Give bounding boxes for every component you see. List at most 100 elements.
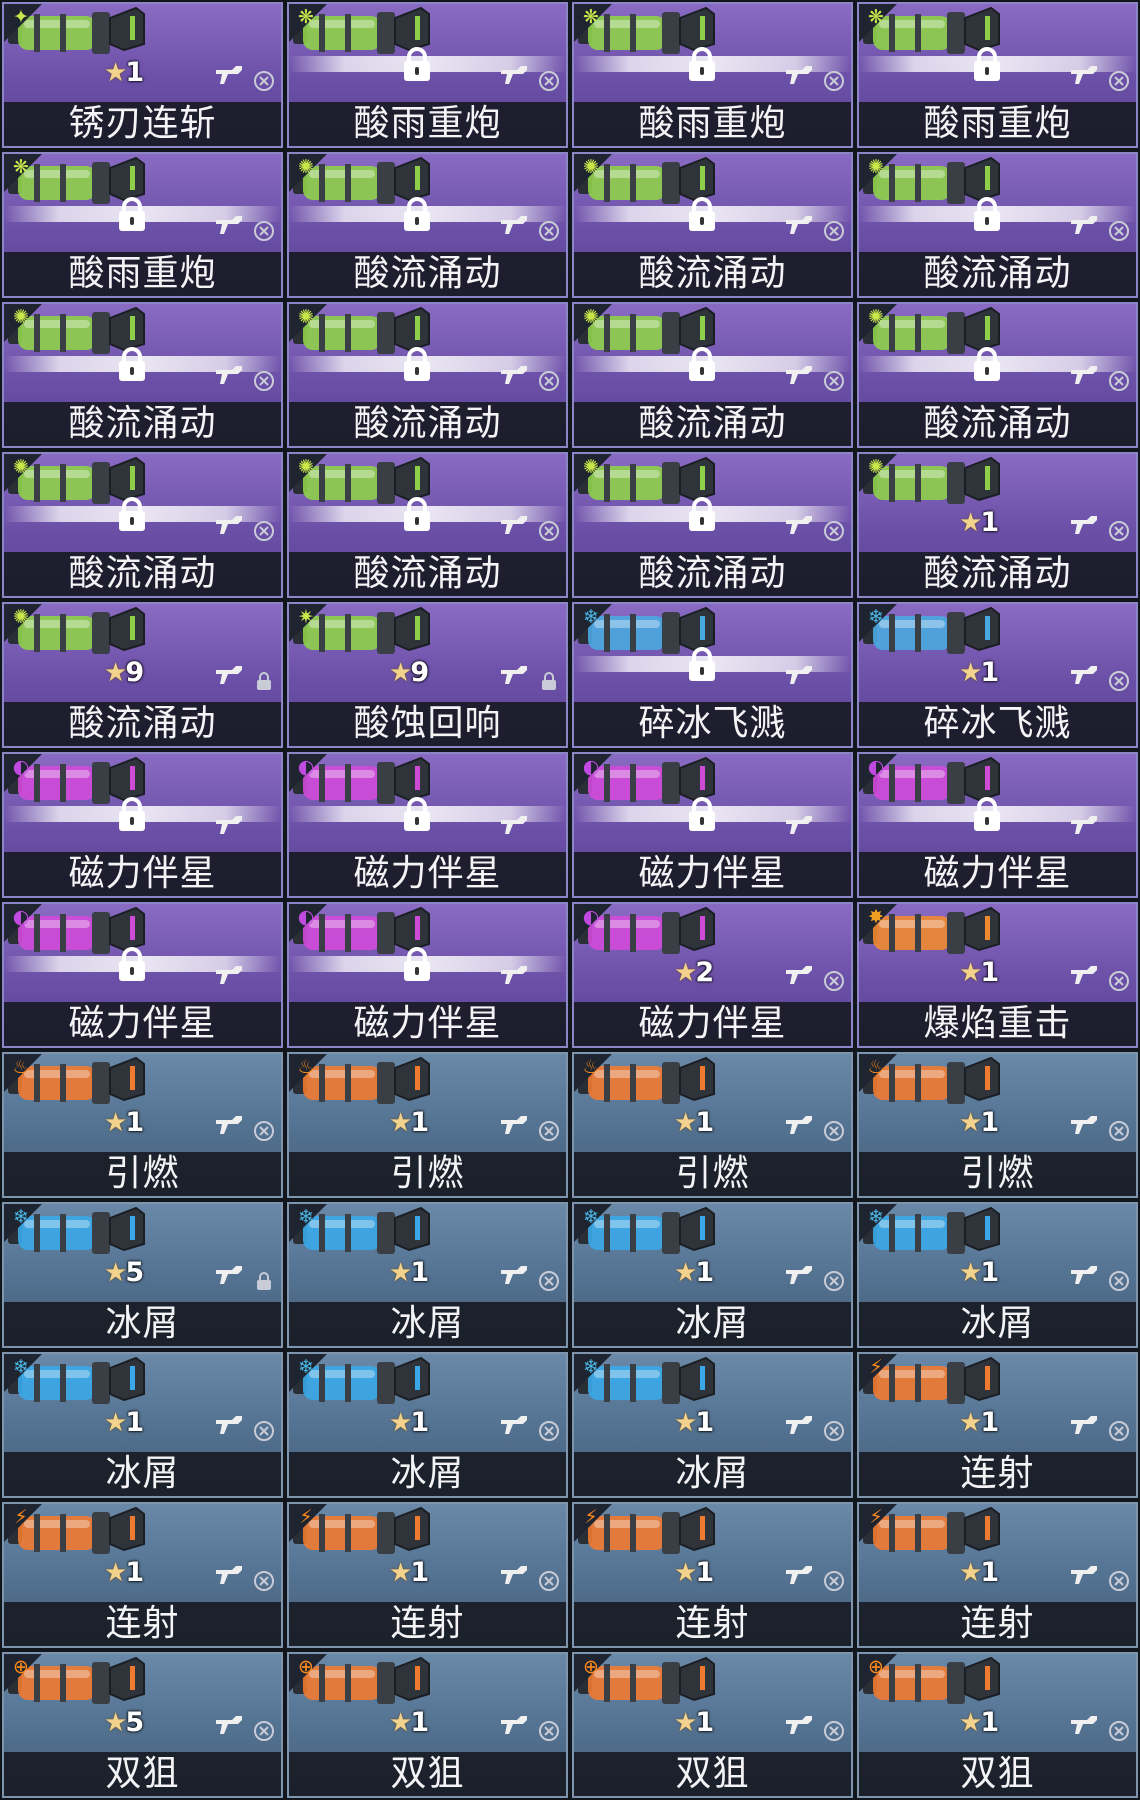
module-card[interactable]: ❄ ★ 1 冰屑 [287,1202,568,1348]
module-name: 酸流涌动 [289,402,566,446]
module-card[interactable]: ◐ 磁力伴星 [572,752,853,898]
star-icon: ★ [389,1558,413,1588]
dismiss-icon [1109,521,1129,541]
module-card[interactable]: ◐ 磁力伴星 [2,902,283,1048]
dismiss-icon [824,1121,844,1141]
module-card[interactable]: ✺ 酸流涌动 [857,302,1138,448]
module-card[interactable]: ✺ 酸流涌动 [287,152,568,298]
crosshair-icon: ⊕ [13,1656,29,1678]
acid-drip-icon: ✺ [13,306,29,328]
module-card[interactable]: ◐ 磁力伴星 [2,752,283,898]
module-name: 酸流涌动 [859,252,1136,296]
star-level-number: 1 [980,1557,1000,1588]
star-icon: ★ [104,1708,128,1738]
acid-drip-icon: ✺ [298,156,314,178]
module-card[interactable]: ❄ 碎冰飞溅 [572,602,853,748]
module-card[interactable]: ✦ ★ 1 锈刃连斩 [2,2,283,148]
rifle-icon [216,366,242,384]
star-level: ★ 2 [674,957,715,988]
lock-badge-icon [257,672,271,690]
module-card[interactable]: ❋ 酸雨重炮 [287,2,568,148]
module-card[interactable]: ❄ ★ 5 冰屑 [2,1202,283,1348]
star-level-number: 2 [695,957,715,988]
module-card[interactable]: ◐ 磁力伴星 [287,752,568,898]
star-icon: ★ [674,1108,698,1138]
module-name: 连射 [859,1602,1136,1646]
module-card[interactable]: ◐ ★ 2 磁力伴星 [572,902,853,1048]
module-card[interactable]: ✺ 酸流涌动 [857,152,1138,298]
star-level: ★ 1 [674,1259,714,1288]
magnet-orbit-icon: ◐ [297,756,315,778]
module-card[interactable]: ⚡ ★ 1 连射 [287,1502,568,1648]
module-card[interactable]: ❄ ★ 1 冰屑 [857,1202,1138,1348]
module-card[interactable]: ✺ 酸流涌动 [572,152,853,298]
module-card[interactable]: ❋ 酸雨重炮 [572,2,853,148]
module-name: 引燃 [859,1152,1136,1196]
module-card[interactable]: ✺ 酸流涌动 [2,302,283,448]
padlock-icon [689,647,715,681]
star-icon: ★ [389,1258,413,1288]
module-card[interactable]: ✺ 酸流涌动 [572,302,853,448]
dismiss-icon [254,1721,274,1741]
dismiss-icon [824,1271,844,1291]
star-level-number: 1 [125,1557,145,1588]
module-card[interactable]: ♨ ★ 1 引燃 [857,1052,1138,1198]
module-card[interactable]: ❋ 酸雨重炮 [2,152,283,298]
module-card[interactable]: ⚡ ★ 1 连射 [2,1502,283,1648]
blast-flame-icon: ✸ [868,906,884,928]
module-card[interactable]: ✺ 酸流涌动 [2,452,283,598]
star-level-number: 9 [125,657,145,688]
module-card[interactable]: ✸ ★ 1 爆焰重击 [857,902,1138,1048]
rapid-fire-icon: ⚡ [584,1506,598,1528]
acid-drip-icon: ✺ [868,456,884,478]
module-name: 磁力伴星 [574,1002,851,1046]
padlock-icon [974,47,1000,81]
module-card[interactable]: ♨ ★ 1 引燃 [2,1052,283,1198]
fire-icon: ♨ [867,1056,885,1078]
module-card[interactable]: ◐ 磁力伴星 [287,902,568,1048]
rifle-icon [1071,1116,1097,1134]
rifle-icon [216,216,242,234]
rifle-icon [786,66,812,84]
module-card[interactable]: ⚡ ★ 1 连射 [572,1502,853,1648]
acid-drip-icon: ✺ [868,156,884,178]
module-card[interactable]: ❄ ★ 1 冰屑 [572,1202,853,1348]
module-card[interactable]: ⊕ ★ 1 双狙 [857,1652,1138,1798]
rifle-icon [1071,216,1097,234]
module-card[interactable]: ✷ ★ 9 酸蚀回响 [287,602,568,748]
module-card[interactable]: ♨ ★ 1 引燃 [572,1052,853,1198]
module-name: 酸流涌动 [574,402,851,446]
dismiss-icon [824,1571,844,1591]
rifle-icon [501,216,527,234]
module-name: 双狙 [859,1752,1136,1796]
module-card[interactable]: ✺ ★ 1 酸流涌动 [857,452,1138,598]
acid-drip-icon: ✺ [583,156,599,178]
module-card[interactable]: ❄ ★ 1 冰屑 [2,1352,283,1498]
module-name: 引燃 [4,1152,281,1196]
module-card[interactable]: ✺ 酸流涌动 [287,302,568,448]
module-card[interactable]: ⚡ ★ 1 连射 [857,1352,1138,1498]
module-card[interactable]: ♨ ★ 1 引燃 [287,1052,568,1198]
module-name: 酸雨重炮 [4,252,281,296]
module-card[interactable]: ✺ ★ 9 酸流涌动 [2,602,283,748]
module-card[interactable]: ✺ 酸流涌动 [287,452,568,598]
rifle-icon [216,66,242,84]
padlock-icon [404,347,430,381]
ice-icon: ❄ [298,1356,314,1378]
module-name: 连射 [574,1602,851,1646]
module-card[interactable]: ⊕ ★ 5 双狙 [2,1652,283,1798]
module-card[interactable]: ❄ ★ 1 冰屑 [287,1352,568,1498]
dismiss-icon [824,971,844,991]
module-card[interactable]: ✺ 酸流涌动 [572,452,853,598]
rifle-icon [501,816,527,834]
module-card[interactable]: ❋ 酸雨重炮 [857,2,1138,148]
module-card[interactable]: ◐ 磁力伴星 [857,752,1138,898]
padlock-icon [404,497,430,531]
module-card[interactable]: ❄ ★ 1 碎冰飞溅 [857,602,1138,748]
padlock-icon [689,347,715,381]
module-card[interactable]: ⊕ ★ 1 双狙 [287,1652,568,1798]
module-card[interactable]: ⊕ ★ 1 双狙 [572,1652,853,1798]
module-card[interactable]: ❄ ★ 1 冰屑 [572,1352,853,1498]
module-name: 冰屑 [574,1302,851,1346]
module-card[interactable]: ⚡ ★ 1 连射 [857,1502,1138,1648]
